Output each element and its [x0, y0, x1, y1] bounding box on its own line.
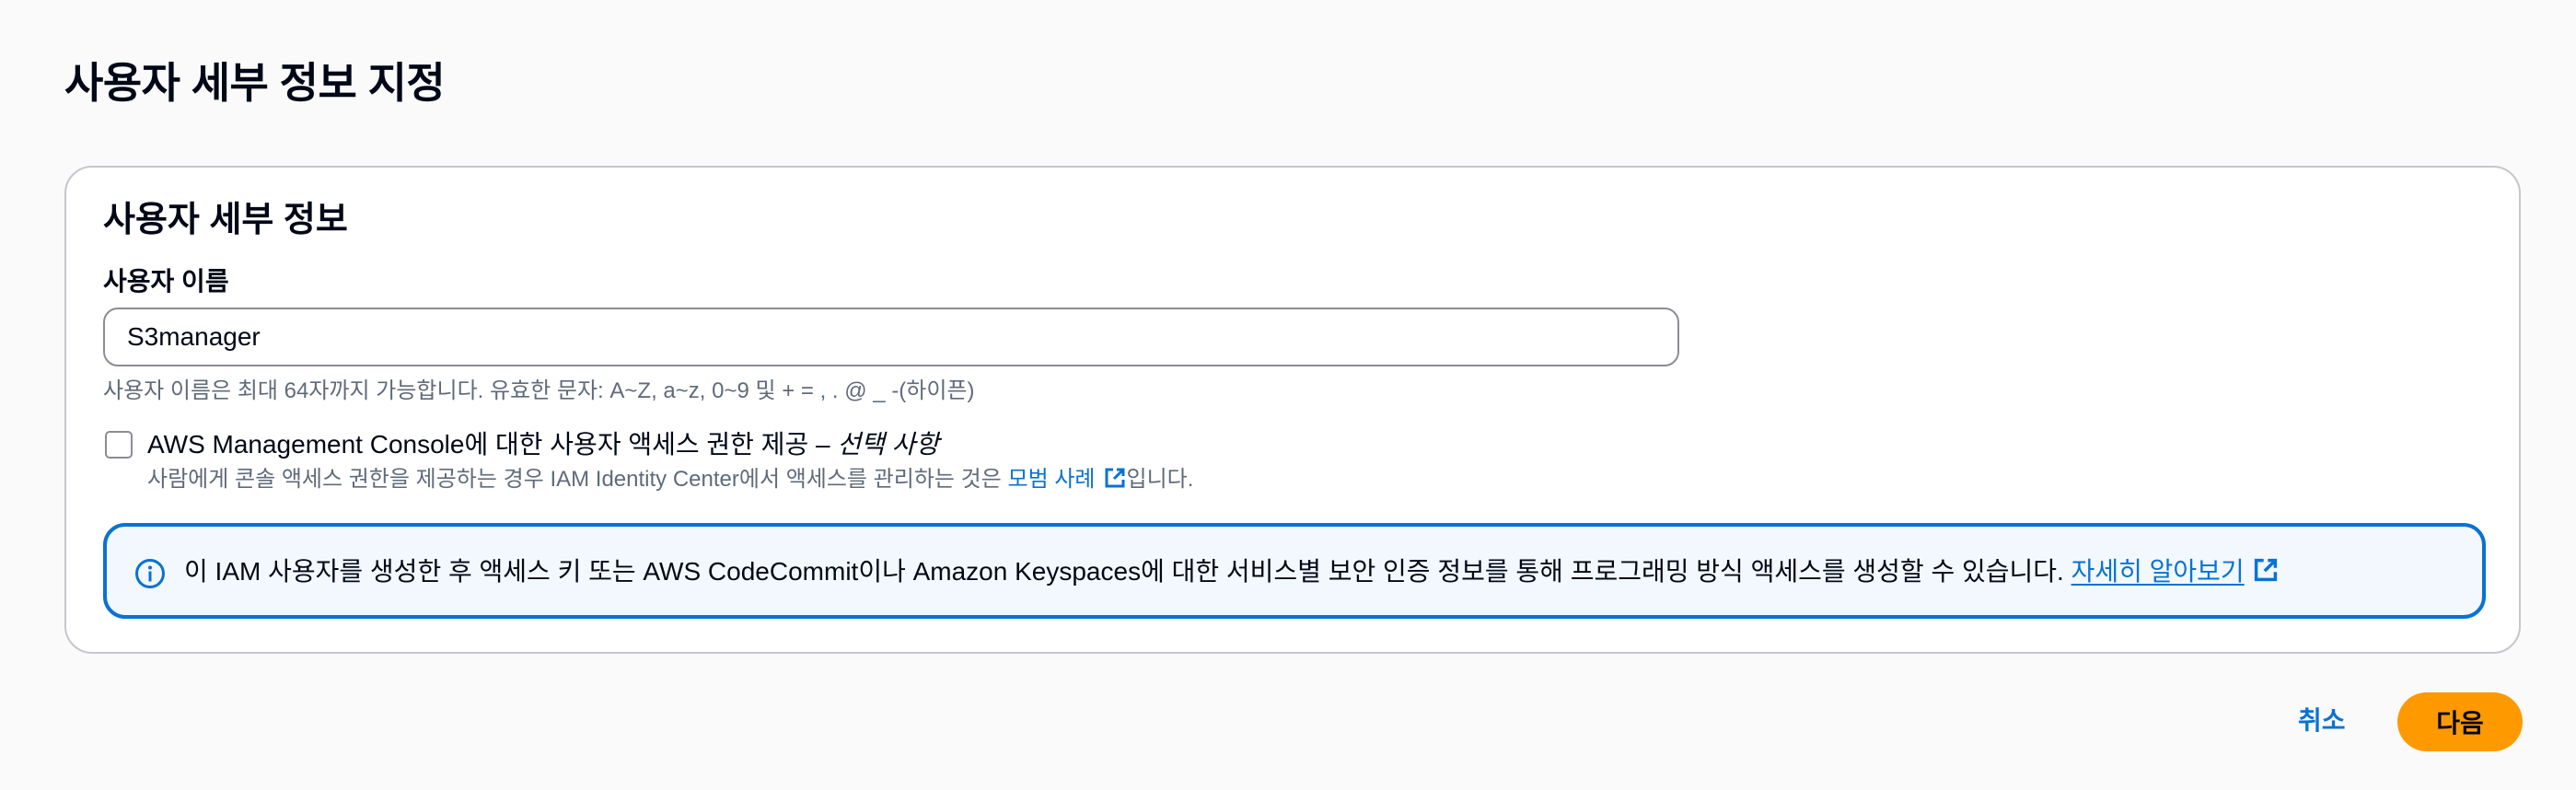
description-prefix: 사람에게 콘솔 액세스 권한을 제공하는 경우 IAM Identity Cen…	[147, 467, 1008, 492]
optional-text: 선택 사항	[837, 430, 940, 459]
username-input[interactable]	[103, 308, 1679, 366]
username-constraint-text: 사용자 이름은 최대 64자까지 가능합니다. 유효한 문자: A~Z, a~z…	[103, 378, 975, 403]
external-link-icon	[1105, 468, 1124, 488]
section-title: 사용자 세부 정보	[103, 201, 348, 239]
info-alert: 이 IAM 사용자를 생성한 후 액세스 키 또는 AWS CodeCommit…	[103, 523, 2486, 619]
user-details-container: 사용자 세부 정보 사용자 이름 사용자 이름은 최대 64자까지 가능합니다.…	[64, 166, 2521, 654]
learn-more-link[interactable]: 자세히 알아보기	[2071, 557, 2245, 586]
console-access-label[interactable]: AWS Management Console에 대한 사용자 액세스 권한 제공…	[147, 428, 939, 461]
console-access-checkbox[interactable]	[105, 431, 133, 459]
info-alert-message: 이 IAM 사용자를 생성한 후 액세스 키 또는 AWS CodeCommit…	[184, 557, 2071, 586]
cancel-button[interactable]: 취소	[2280, 696, 2364, 746]
page-title: 사용자 세부 정보 지정	[64, 59, 446, 107]
info-alert-text: 이 IAM 사용자를 생성한 후 액세스 키 또는 AWS CodeCommit…	[184, 554, 2280, 589]
username-label: 사용자 이름	[103, 267, 229, 296]
learn-more-link-text: 자세히 알아보기	[2071, 557, 2245, 586]
next-button[interactable]: 다음	[2397, 692, 2523, 751]
description-suffix: 입니다.	[1126, 467, 1194, 492]
external-link-icon	[2254, 558, 2277, 582]
best-practice-link[interactable]: 모범 사례	[1008, 467, 1127, 492]
best-practice-link-text: 모범 사례	[1007, 467, 1096, 492]
console-access-description: 사람에게 콘솔 액세스 권한을 제공하는 경우 IAM Identity Cen…	[147, 464, 1193, 495]
info-icon	[135, 559, 165, 588]
console-access-label-text: AWS Management Console에 대한 사용자 액세스 권한 제공…	[147, 430, 838, 459]
